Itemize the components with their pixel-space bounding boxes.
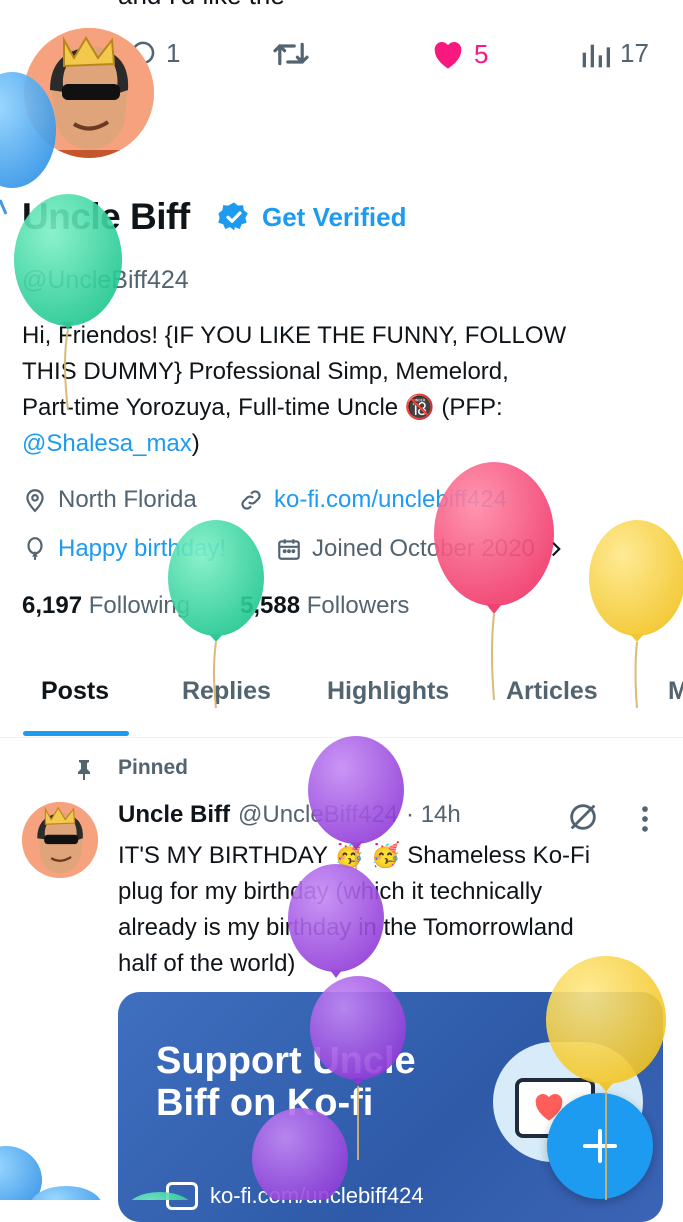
post-header: Uncle Biff @UncleBiff424 · 14h xyxy=(118,801,461,829)
bio-close-paren: ) xyxy=(191,430,200,457)
link-icon xyxy=(241,490,261,510)
balloon-icon xyxy=(27,537,43,560)
following-label: Following xyxy=(88,592,191,619)
grok-icon[interactable] xyxy=(566,800,600,834)
bio-line: Part-time Yorozuya, Full-time Uncle 🔞 (P… xyxy=(22,394,503,421)
website-link[interactable]: ko-fi.com/unclebiff424 xyxy=(274,486,507,514)
followers-count: 5,588 xyxy=(240,592,301,619)
reply-count: 1 xyxy=(166,38,181,68)
profile-handle: @UncleBiff424 xyxy=(22,266,189,294)
bio-line: Hi, Friendos! {IF YOU LIKE THE FUNNY, FO… xyxy=(22,322,567,349)
like-button[interactable]: 5 xyxy=(430,38,488,70)
active-tab-indicator xyxy=(23,731,129,736)
bio-line: THIS DUMMY} Professional Simp, Memelord, xyxy=(22,358,509,385)
post-text-line: already is my birthday in the Tomorrowla… xyxy=(118,914,574,941)
profile-name: Uncle Biff xyxy=(22,196,190,237)
avatar-illustration xyxy=(24,28,154,158)
more-options-icon[interactable] xyxy=(632,802,658,836)
joined-text: Joined October 2020 xyxy=(312,535,535,562)
pinned-label: Pinned xyxy=(118,756,189,779)
calendar-icon xyxy=(278,539,300,560)
post-time[interactable]: · 14h xyxy=(406,801,461,829)
chevron-right-icon[interactable] xyxy=(545,536,567,562)
views-button[interactable]: 17 xyxy=(580,38,649,69)
like-count: 5 xyxy=(474,38,489,69)
post-text-line: half of the world) xyxy=(118,950,296,977)
avatar-illustration xyxy=(22,802,98,878)
post-author-handle[interactable]: @UncleBiff424 xyxy=(238,801,398,829)
followers-link[interactable]: 5,588 Followers xyxy=(240,592,409,620)
profile-bio: Hi, Friendos! {IF YOU LIKE THE FUNNY, FO… xyxy=(22,318,662,462)
location-item: North Florida xyxy=(22,486,197,514)
card-title-line: Biff on Ko-fi xyxy=(156,1082,374,1124)
card-title-line: Support Uncle xyxy=(156,1040,416,1082)
heart-filled-icon xyxy=(434,42,462,69)
post-author-avatar[interactable] xyxy=(22,802,98,878)
get-verified-link[interactable]: Get Verified xyxy=(262,202,407,233)
card-title: Support Uncle Biff on Ko-fi xyxy=(156,1040,416,1124)
following-link[interactable]: 6,197 Following xyxy=(22,592,190,620)
post-text-line: plug for my birthday (which it technical… xyxy=(118,878,543,905)
profile-avatar[interactable] xyxy=(24,28,154,158)
location-text: North Florida xyxy=(58,486,197,513)
website-item[interactable]: ko-fi.com/unclebiff424 xyxy=(238,486,507,514)
bio-mention-link[interactable]: @Shalesa_max xyxy=(22,430,192,457)
birthday-text[interactable]: Happy birthday! xyxy=(58,535,226,563)
birthday-item[interactable]: Happy birthday! xyxy=(22,535,226,563)
previous-tweet-text: and I'd like the xyxy=(118,0,285,11)
post-author-name[interactable]: Uncle Biff xyxy=(118,801,230,829)
compose-post-button[interactable] xyxy=(547,1093,653,1199)
kofi-small-icon xyxy=(166,1182,198,1210)
tab-highlights[interactable]: Highlights xyxy=(327,677,449,706)
post-text: IT'S MY BIRTHDAY 🥳 🥳 Shameless Ko-Fi plu… xyxy=(118,838,648,982)
tab-replies[interactable]: Replies xyxy=(182,677,271,706)
balloon-blue xyxy=(0,1146,101,1200)
post-text-line: IT'S MY BIRTHDAY 🥳 🥳 Shameless Ko-Fi xyxy=(118,842,591,869)
card-url-row: ko-fi.com/unclebiff424 xyxy=(166,1182,424,1210)
profile-tabs: Posts Replies Highlights Articles M xyxy=(0,665,683,738)
followers-label: Followers xyxy=(306,592,410,619)
pin-icon xyxy=(78,760,90,780)
joined-item: Joined October 2020 xyxy=(276,535,567,563)
repost-button[interactable] xyxy=(271,38,311,70)
plus-icon xyxy=(583,1129,617,1163)
following-count: 6,197 xyxy=(22,592,83,619)
analytics-icon xyxy=(582,44,610,67)
tab-articles[interactable]: Articles xyxy=(506,677,598,706)
repost-icon xyxy=(273,42,309,66)
location-pin-icon xyxy=(26,489,44,513)
view-count: 17 xyxy=(620,38,649,68)
tab-posts[interactable]: Posts xyxy=(41,677,109,706)
card-url: ko-fi.com/unclebiff424 xyxy=(210,1183,424,1208)
tab-more[interactable]: M xyxy=(668,677,683,706)
verified-badge-icon xyxy=(218,202,248,231)
